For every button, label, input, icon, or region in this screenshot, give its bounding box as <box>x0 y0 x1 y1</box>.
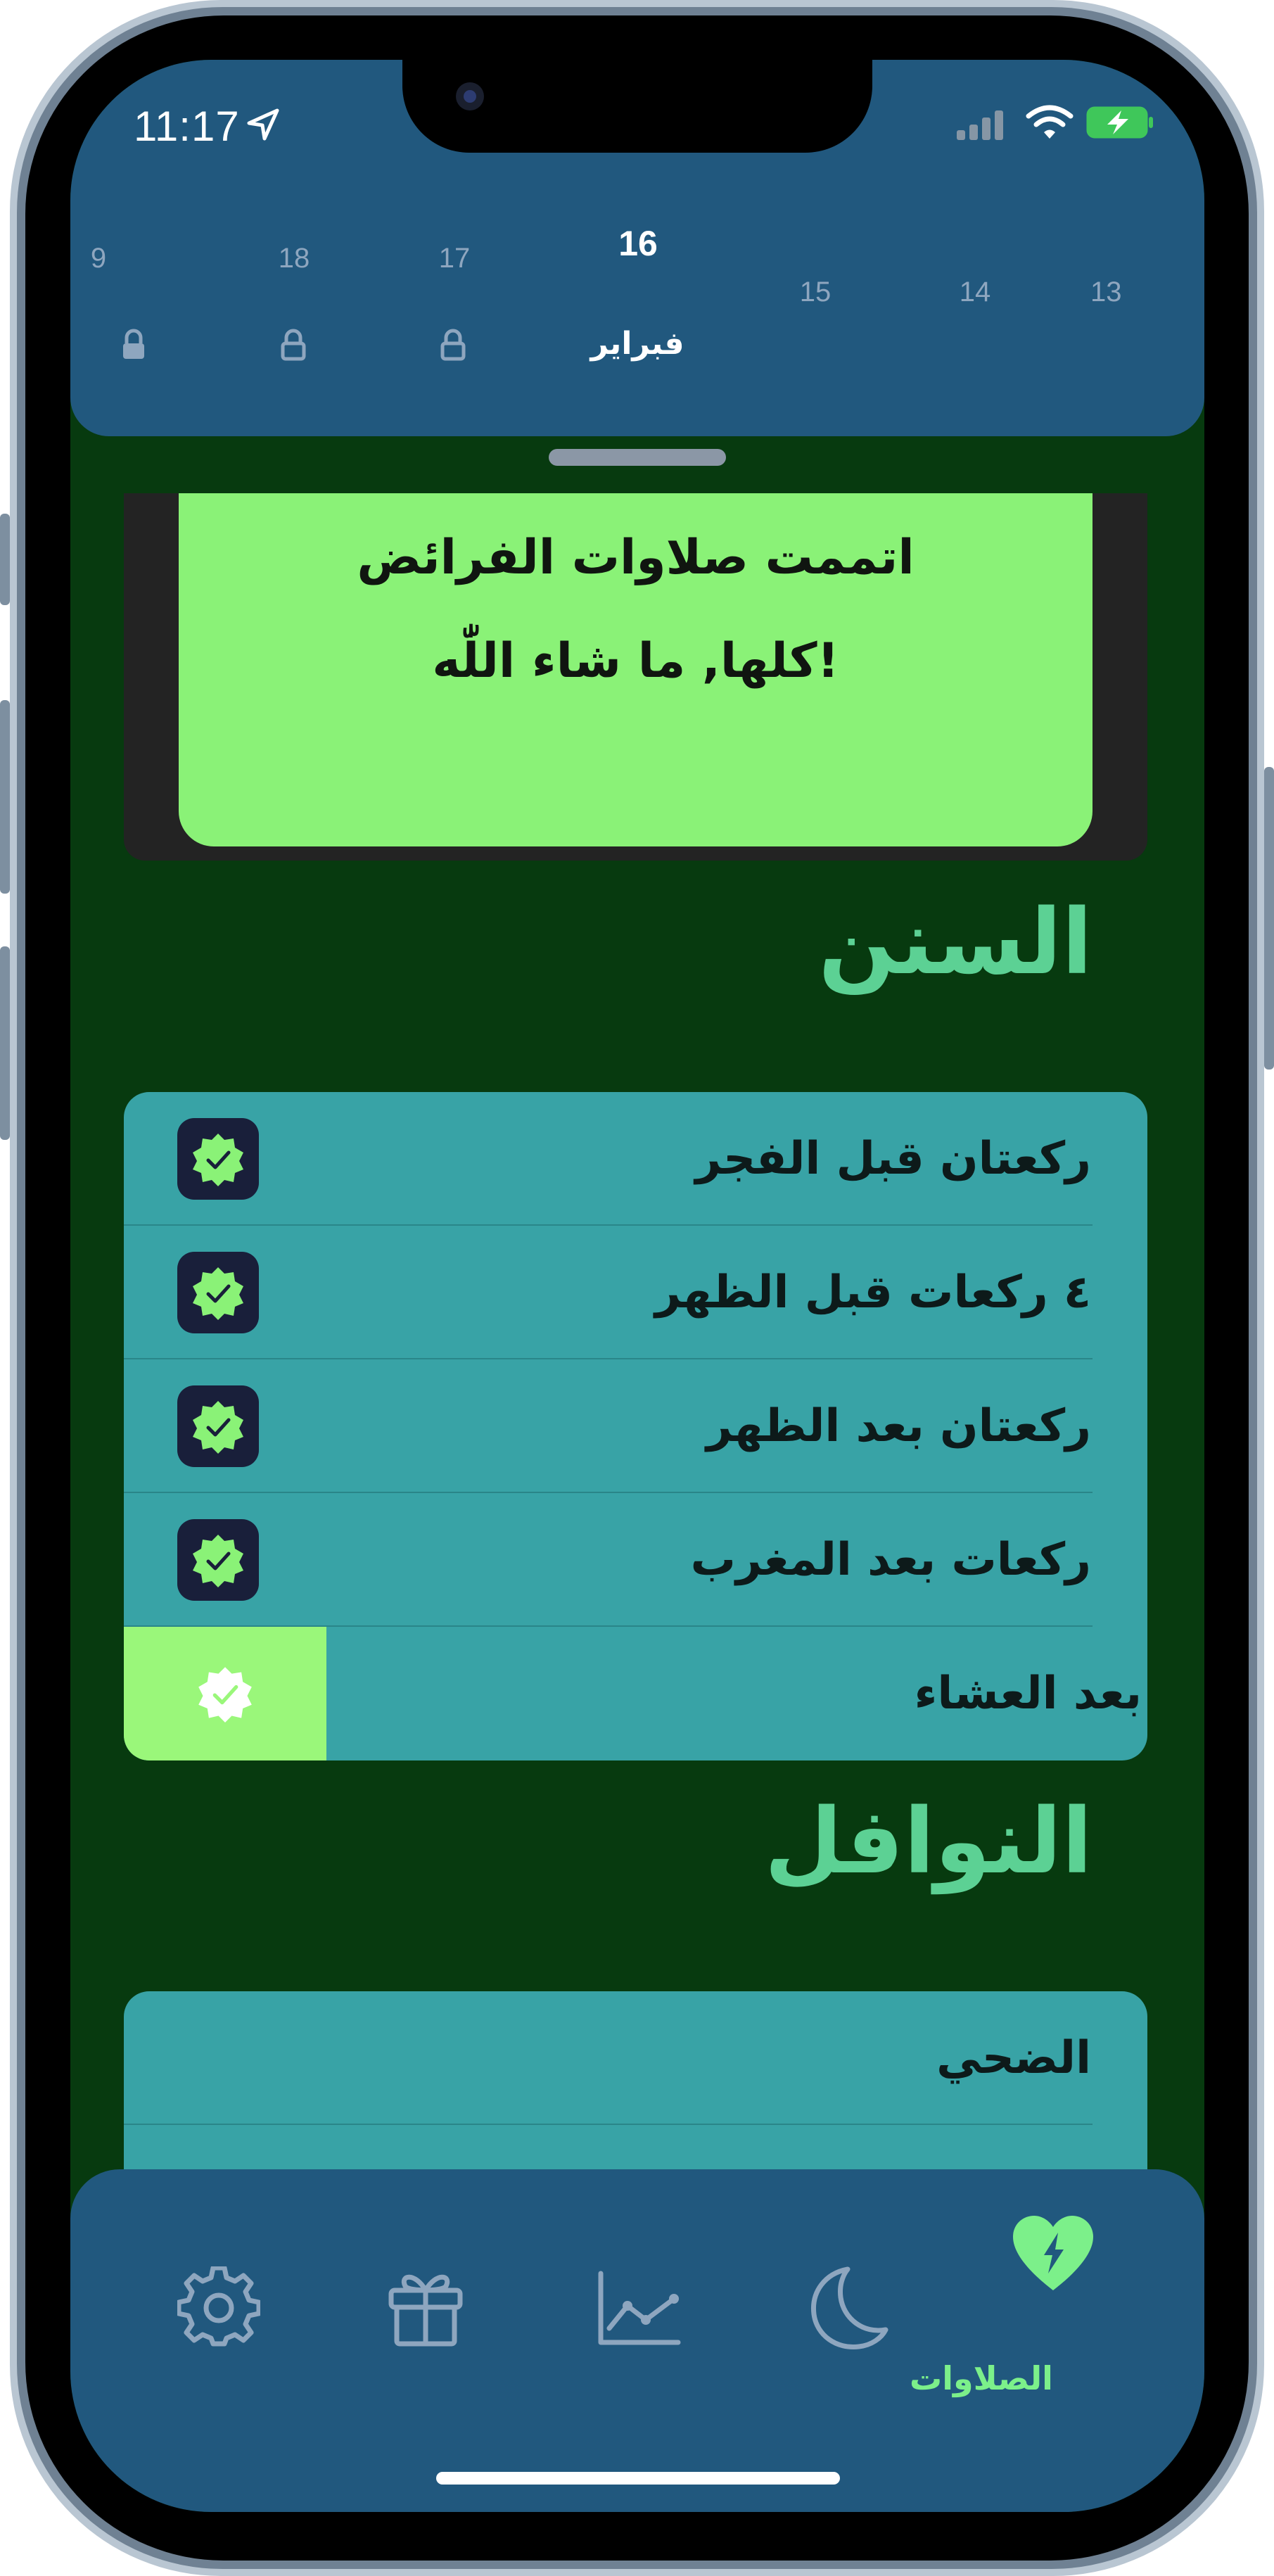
list-item[interactable]: ركعتان قبل الفجر <box>124 1092 1147 1226</box>
checkmark-badge-icon <box>198 1667 252 1722</box>
checkmark-badge-icon[interactable] <box>177 1118 259 1200</box>
date-17[interactable]: 17 <box>412 243 497 274</box>
list-item-swiped[interactable]: بعد العشاء <box>124 1627 1147 1760</box>
wifi-icon <box>1026 105 1074 139</box>
lock-icon <box>281 329 306 361</box>
gift-icon[interactable] <box>387 2268 464 2347</box>
front-camera <box>456 82 484 110</box>
volume-up-button <box>0 700 10 894</box>
location-arrow-icon <box>247 108 279 141</box>
date-selected[interactable]: 16 <box>589 223 687 264</box>
volume-down-button <box>0 946 10 1140</box>
sunan-item-label: ركعتان قبل الفجر <box>695 1133 1091 1185</box>
list-item[interactable]: ٤ ركعات قبل الظهر <box>124 1226 1147 1359</box>
battery-charging-icon <box>1086 106 1153 139</box>
sheet-handle[interactable] <box>549 449 726 466</box>
heart-bolt-icon[interactable] <box>1012 2214 1095 2292</box>
chart-icon[interactable] <box>597 2269 681 2347</box>
mute-switch <box>0 514 10 605</box>
row-divider <box>124 2124 1093 2125</box>
sunan-item-label: ركعات بعد المغرب <box>690 1534 1091 1586</box>
date-18[interactable]: 18 <box>252 243 336 274</box>
status-time: 11:17 <box>134 103 240 150</box>
checkmark-badge-icon[interactable] <box>177 1385 259 1467</box>
sunan-item-label: ٤ ركعات قبل الظهر <box>655 1267 1091 1319</box>
checkmark-badge-icon[interactable] <box>177 1519 259 1601</box>
list-item[interactable]: ركعتان بعد الظهر <box>124 1359 1147 1493</box>
tab-label-prayers[interactable]: الصلاوات <box>904 2359 1059 2397</box>
lock-icon <box>440 329 466 361</box>
sunan-item-label: بعد العشاء <box>914 1668 1142 1720</box>
power-button <box>1264 767 1274 1070</box>
completion-line-2: كلها, ما شاء اللّٰه! <box>432 633 839 689</box>
checkmark-badge-icon[interactable] <box>177 1252 259 1333</box>
date-13[interactable]: 13 <box>1090 277 1147 308</box>
lock-icon <box>123 329 144 359</box>
settings-icon[interactable] <box>177 2266 260 2349</box>
moon-icon[interactable] <box>804 2265 888 2351</box>
nawafil-title: النوافل <box>764 1789 1093 1894</box>
home-indicator <box>436 2472 840 2485</box>
nawafil-item-label: الضحي <box>936 2032 1091 2084</box>
mark-done-button[interactable] <box>124 1627 326 1760</box>
list-item[interactable]: الضحي <box>124 1991 1147 2125</box>
sunan-item-label: ركعتان بعد الظهر <box>706 1400 1091 1452</box>
sunan-title: السنن <box>818 890 1093 995</box>
date-14[interactable]: 14 <box>933 277 1017 308</box>
list-item[interactable]: ركعات بعد المغرب <box>124 1493 1147 1627</box>
app-screen: 11:17 9 18 17 16 15 14 13 فبراير اتممت ص… <box>70 60 1204 2512</box>
selected-month: فبراير <box>590 326 684 362</box>
date-15[interactable]: 15 <box>773 277 858 308</box>
sunan-list: ركعتان قبل الفجر ٤ ركعات قبل الظهر ركعتا… <box>124 1092 1147 1760</box>
cell-signal-icon <box>957 109 1003 140</box>
date-9[interactable]: 9 <box>70 243 141 274</box>
completion-line-1: اتممت صلاوات الفرائض <box>357 530 915 585</box>
